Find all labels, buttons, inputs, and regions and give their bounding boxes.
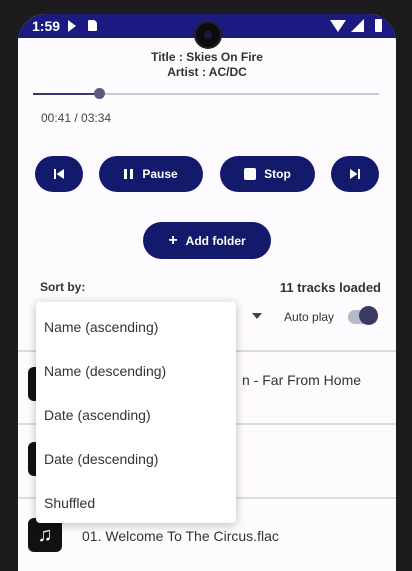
wifi-icon: [330, 20, 346, 32]
track-item-title[interactable]: 01. Welcome To The Circus.flac: [82, 528, 279, 544]
sort-option-date-asc[interactable]: Date (ascending): [44, 407, 151, 423]
track-artist: Artist : AC/DC: [167, 65, 247, 79]
add-folder-label: Add folder: [185, 233, 246, 248]
battery-icon: [375, 19, 382, 32]
stop-button[interactable]: Stop: [220, 156, 315, 192]
autoplay-label: Auto play: [284, 310, 335, 324]
seek-bar-thumb[interactable]: [94, 88, 105, 99]
plus-icon: +: [168, 231, 178, 249]
previous-button[interactable]: [35, 156, 83, 192]
music-note-icon: ♫: [28, 518, 62, 552]
phone-frame: 1:59 Title : Skies On Fire Artist : AC/D…: [0, 0, 412, 571]
sort-option-date-desc[interactable]: Date (descending): [44, 451, 158, 467]
next-button[interactable]: [331, 156, 379, 192]
sort-option-name-asc[interactable]: Name (ascending): [44, 319, 158, 335]
track-title: Title : Skies On Fire: [151, 50, 263, 64]
pause-button[interactable]: Pause: [99, 156, 203, 192]
app-screen: 1:59 Title : Skies On Fire Artist : AC/D…: [18, 14, 396, 571]
seek-bar[interactable]: [33, 93, 379, 95]
skip-next-icon: [350, 169, 360, 179]
sort-dropdown-arrow-icon[interactable]: [252, 313, 262, 319]
status-time: 1:59: [32, 18, 61, 34]
stop-label: Stop: [264, 167, 291, 181]
skip-previous-icon: [54, 169, 64, 179]
sd-card-icon: [88, 20, 97, 31]
sort-option-shuffled[interactable]: Shuffled: [44, 495, 95, 511]
play-notification-icon: [68, 20, 76, 32]
sort-label: Sort by:: [40, 280, 86, 294]
stop-icon: [244, 168, 257, 180]
pause-label: Pause: [142, 167, 178, 181]
add-folder-button[interactable]: + Add folder: [143, 222, 271, 259]
autoplay-toggle-knob[interactable]: [359, 306, 378, 325]
sort-option-name-desc[interactable]: Name (descending): [44, 363, 166, 379]
camera-cutout: [196, 23, 220, 47]
sort-options-menu: Name (ascending) Name (descending) Date …: [36, 302, 236, 523]
signal-icon: [351, 19, 364, 32]
playback-time: 00:41 / 03:34: [41, 111, 112, 125]
track-item-title[interactable]: n - Far From Home: [242, 372, 361, 388]
pause-icon: [124, 169, 134, 179]
tracks-loaded-count: 11 tracks loaded: [279, 280, 381, 295]
seek-bar-progress: [33, 93, 100, 95]
